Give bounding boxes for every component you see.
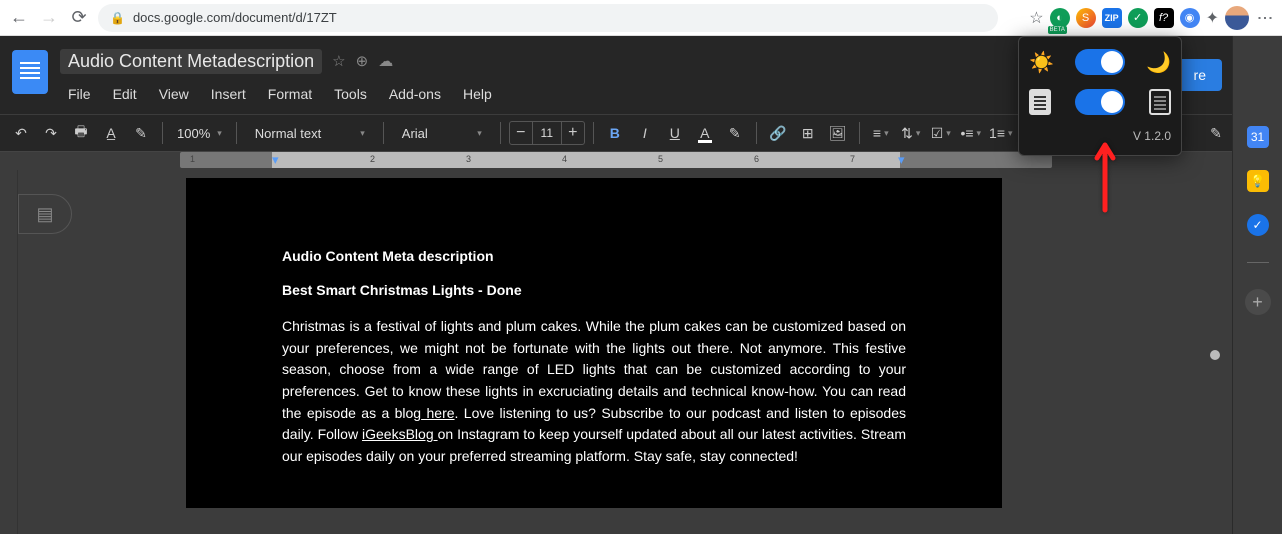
spellcheck-button[interactable]: A̲ (98, 120, 124, 146)
ruler-tick: 3 (466, 154, 471, 164)
menu-insert[interactable]: Insert (203, 82, 254, 106)
zoom-select[interactable]: 100% (171, 126, 228, 141)
annotation-arrow-icon (1090, 140, 1120, 225)
extension-darkmode-icon[interactable]: ◉ (1180, 8, 1200, 28)
cloud-icon[interactable]: ☁ (378, 52, 393, 70)
redo-button[interactable]: ↷ (38, 120, 64, 146)
keep-icon[interactable]: 💡 (1247, 170, 1269, 192)
horizontal-ruler[interactable]: ▾ ▾ 1 2 3 4 5 6 7 (180, 152, 1052, 170)
menu-format[interactable]: Format (260, 82, 320, 106)
bold-button[interactable]: B (602, 120, 628, 146)
beta-badge: BETA (1048, 26, 1067, 34)
browser-toolbar: ← → ⟳ 🔒 docs.google.com/document/d/17ZT … (0, 0, 1282, 36)
ruler-tick: 2 (370, 154, 375, 164)
font-size-value[interactable]: 11 (532, 122, 562, 144)
document-title[interactable]: Audio Content Metadescription (60, 49, 322, 74)
ruler-tick: 5 (658, 154, 663, 164)
ruler-tick: 4 (562, 154, 567, 164)
menu-bar: File Edit View Insert Format Tools Add-o… (60, 82, 1166, 106)
checklist-button[interactable]: ☑ (928, 120, 954, 146)
link-igeeksblog[interactable]: iGeeksBlog (362, 426, 438, 442)
ruler-tick: 7 (850, 154, 855, 164)
numbered-list-button[interactable]: 1≡ (988, 120, 1014, 146)
menu-addons[interactable]: Add-ons (381, 82, 449, 106)
move-icon[interactable]: ⊕ (356, 52, 369, 70)
calendar-icon[interactable]: 31 (1247, 126, 1269, 148)
highlight-button[interactable]: ✎ (722, 120, 748, 146)
extension-f-icon[interactable]: f? (1154, 8, 1174, 28)
menu-file[interactable]: File (60, 82, 99, 106)
vertical-ruler[interactable] (0, 170, 18, 534)
chrome-menu-icon[interactable]: ⋮ (1255, 10, 1274, 26)
menu-edit[interactable]: Edit (105, 82, 145, 106)
moon-icon: 🌙 (1146, 50, 1171, 75)
undo-button[interactable]: ↶ (8, 120, 34, 146)
profile-avatar[interactable] (1225, 6, 1249, 30)
extension-shield-icon[interactable]: ✓ (1128, 8, 1148, 28)
share-button[interactable]: re (1178, 59, 1222, 91)
font-size-decrease[interactable]: − (510, 122, 532, 144)
address-bar[interactable]: 🔒 docs.google.com/document/d/17ZT (98, 4, 998, 32)
menu-help[interactable]: Help (455, 82, 500, 106)
doc-heading: Audio Content Meta description (282, 248, 906, 264)
darkmode-extension-popup: ☀️ 🌙 V 1.2.0 (1018, 36, 1182, 156)
ruler-tick: 1 (190, 154, 195, 164)
indent-marker-icon[interactable]: ▾ (272, 152, 279, 168)
side-panel: 31 💡 ✓ + (1232, 36, 1282, 534)
paint-format-button[interactable]: ✎ (128, 120, 154, 146)
editing-mode-button[interactable]: ✎ (1203, 120, 1229, 146)
document-outline-button[interactable]: ▤ (18, 194, 72, 234)
italic-button[interactable]: I (632, 120, 658, 146)
ruler-tick: 6 (754, 154, 759, 164)
print-button[interactable]: 🖶 (68, 120, 94, 146)
extensions-menu-icon[interactable]: ✦ (1206, 8, 1219, 28)
divider (1247, 262, 1269, 263)
bookmark-icon[interactable]: ☆ (1029, 8, 1043, 28)
extension-zip-icon[interactable]: ZIP (1102, 8, 1122, 28)
indent-marker-icon[interactable]: ▾ (898, 152, 905, 168)
extension-area: ☆ ◐BETA S ZIP ✓ f? ◉ ✦ ⋮ (1029, 6, 1274, 30)
align-button[interactable]: ≡ (868, 120, 894, 146)
doc-subheading: Best Smart Christmas Lights - Done (282, 282, 906, 298)
font-select[interactable]: Arial (392, 126, 492, 141)
paragraph-style-select[interactable]: Normal text (245, 126, 375, 141)
font-size-control: − 11 + (509, 121, 585, 145)
extension-icon[interactable]: S (1076, 8, 1096, 28)
lock-icon: 🔒 (110, 11, 125, 25)
dark-page-icon (1149, 89, 1171, 115)
menu-tools[interactable]: Tools (326, 82, 375, 106)
insert-comment-button[interactable]: ⊞ (795, 120, 821, 146)
darkmode-toggle[interactable] (1075, 49, 1125, 75)
add-addon-button[interactable]: + (1245, 289, 1271, 315)
extension-icon[interactable]: ◐BETA (1050, 8, 1070, 28)
font-size-increase[interactable]: + (562, 122, 584, 144)
star-icon[interactable]: ☆ (332, 52, 345, 70)
forward-button[interactable]: → (38, 7, 60, 29)
tasks-icon[interactable]: ✓ (1247, 214, 1269, 236)
insert-link-button[interactable]: 🔗 (765, 120, 791, 146)
url-text: docs.google.com/document/d/17ZT (133, 10, 337, 25)
menu-view[interactable]: View (151, 82, 197, 106)
line-spacing-button[interactable]: ⇅ (898, 120, 924, 146)
text-color-button[interactable]: A (692, 120, 718, 146)
document-page[interactable]: Audio Content Meta description Best Smar… (186, 178, 1002, 508)
reload-button[interactable]: ⟳ (68, 7, 90, 29)
doc-body: Christmas is a festival of lights and pl… (282, 316, 906, 468)
bulleted-list-button[interactable]: •≡ (958, 120, 984, 146)
docs-logo-icon[interactable] (12, 50, 48, 94)
underline-button[interactable]: U (662, 120, 688, 146)
link-here[interactable]: here (421, 405, 454, 421)
back-button[interactable]: ← (8, 7, 30, 29)
comment-indicator[interactable] (1210, 350, 1220, 360)
sun-icon: ☀️ (1029, 50, 1054, 75)
page-style-toggle[interactable] (1075, 89, 1125, 115)
light-page-icon (1029, 89, 1051, 115)
insert-image-button[interactable]: 🖼 (825, 120, 851, 146)
